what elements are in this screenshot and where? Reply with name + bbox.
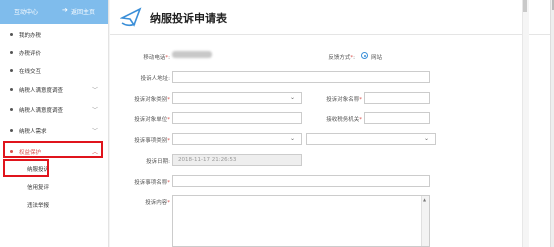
highlight-box-complaint (3, 159, 49, 177)
chevron-down-icon: ⌄ (289, 135, 295, 142)
sub-item-violation-report[interactable]: 违法举报 (0, 197, 108, 213)
chevron-down-icon: ﹀ (91, 107, 98, 114)
content-label: 投诉内容* (145, 200, 170, 206)
back-home-link[interactable]: 返回主页 (71, 7, 95, 16)
address-input[interactable] (172, 71, 430, 83)
mobile-label: 移动电话*: (143, 55, 170, 61)
matter-name-input[interactable] (172, 175, 430, 187)
sidebar-item-my-tax[interactable]: 我的办税 (0, 26, 108, 44)
sidebar-item-evaluation[interactable]: 办税评价 (0, 44, 108, 62)
sidebar-item-online-interaction[interactable]: 在线交互 (0, 62, 108, 80)
date-value: 2018-11-17 21:26:53 (178, 157, 237, 163)
paper-plane-icon (120, 7, 142, 27)
highlight-box-rights (3, 141, 103, 158)
sidebar-item-label: 纳税人满意度调查 (19, 88, 64, 94)
mobile-value-blurred (172, 51, 212, 58)
sidebar-item-satisfaction-1[interactable]: 纳税人满意度调查 ﹀ (0, 81, 108, 99)
bullet-icon (10, 33, 13, 36)
tax-office-label: 接收税务机关* (326, 117, 362, 123)
target-type-select[interactable]: ⌄ (172, 92, 302, 104)
sidebar: 互动中心 ➔ 返回主页 我的办税 办税评价 在线交互 纳税人满意度调查 ﹀ 纳税… (0, 0, 109, 247)
feedback-option-label: 网站 (371, 55, 383, 61)
target-type-label: 投诉对象类别* (134, 97, 170, 103)
date-label: 投诉日期: (146, 159, 170, 165)
chevron-down-icon: ⌄ (289, 94, 295, 101)
textarea-scrollbar[interactable]: ▲ (421, 196, 429, 246)
bullet-icon (10, 69, 13, 72)
target-unit-input[interactable] (172, 112, 302, 124)
feedback-label: 反馈方式*: (328, 55, 355, 61)
address-label: 投诉人地址: (140, 76, 170, 82)
sidebar-item-needs[interactable]: 纳税人需求 ﹀ (0, 122, 108, 140)
sub-item-credit-review[interactable]: 信用复评 (0, 179, 108, 195)
sub-item-label: 信用复评 (27, 185, 50, 191)
bullet-icon (10, 88, 13, 91)
matter-subtype-select[interactable]: ⌄ (306, 133, 436, 145)
sidebar-item-satisfaction-2[interactable]: 纳税人满意度调查 ﹀ (0, 101, 108, 119)
sidebar-item-label: 纳税人需求 (19, 129, 47, 135)
scroll-up-icon[interactable]: ▲ (423, 197, 426, 202)
form-scrollbar-thumb[interactable] (523, 0, 527, 12)
back-arrow-icon[interactable]: ➔ (62, 6, 68, 14)
form-header: 纳服投诉申请表 (110, 0, 550, 35)
matter-name-label: 投诉事项名称* (134, 180, 170, 186)
chevron-down-icon: ⌄ (423, 135, 429, 142)
content-textarea[interactable]: ▲ (172, 195, 430, 247)
target-unit-label: 投诉对象单位* (134, 117, 170, 123)
bullet-icon (10, 51, 13, 54)
matter-type-select[interactable]: ⌄ (172, 133, 302, 145)
sidebar-item-label: 办税评价 (19, 51, 42, 57)
tax-office-input[interactable] (364, 112, 430, 124)
sidebar-header: 互动中心 ➔ 返回主页 (0, 0, 108, 24)
feedback-radio-website[interactable] (361, 52, 368, 59)
bullet-icon (10, 108, 13, 111)
bullet-icon (10, 129, 13, 132)
date-input: 2018-11-17 21:26:53 (172, 154, 302, 166)
chevron-down-icon: ﹀ (91, 128, 98, 135)
sub-item-label: 违法举报 (27, 203, 50, 209)
sidebar-item-label: 我的办税 (19, 33, 42, 39)
sidebar-item-label: 在线交互 (19, 69, 42, 75)
target-name-input[interactable] (364, 92, 430, 104)
chevron-down-icon: ﹀ (91, 87, 98, 94)
form-scrollbar[interactable] (522, 0, 529, 247)
matter-type-label: 投诉事项类别* (134, 138, 170, 144)
sidebar-title: 互动中心 (14, 9, 39, 16)
page-title: 纳服投诉申请表 (150, 12, 227, 25)
target-name-label: 投诉对象名称* (326, 97, 362, 103)
sidebar-item-label: 纳税人满意度调查 (19, 108, 64, 114)
